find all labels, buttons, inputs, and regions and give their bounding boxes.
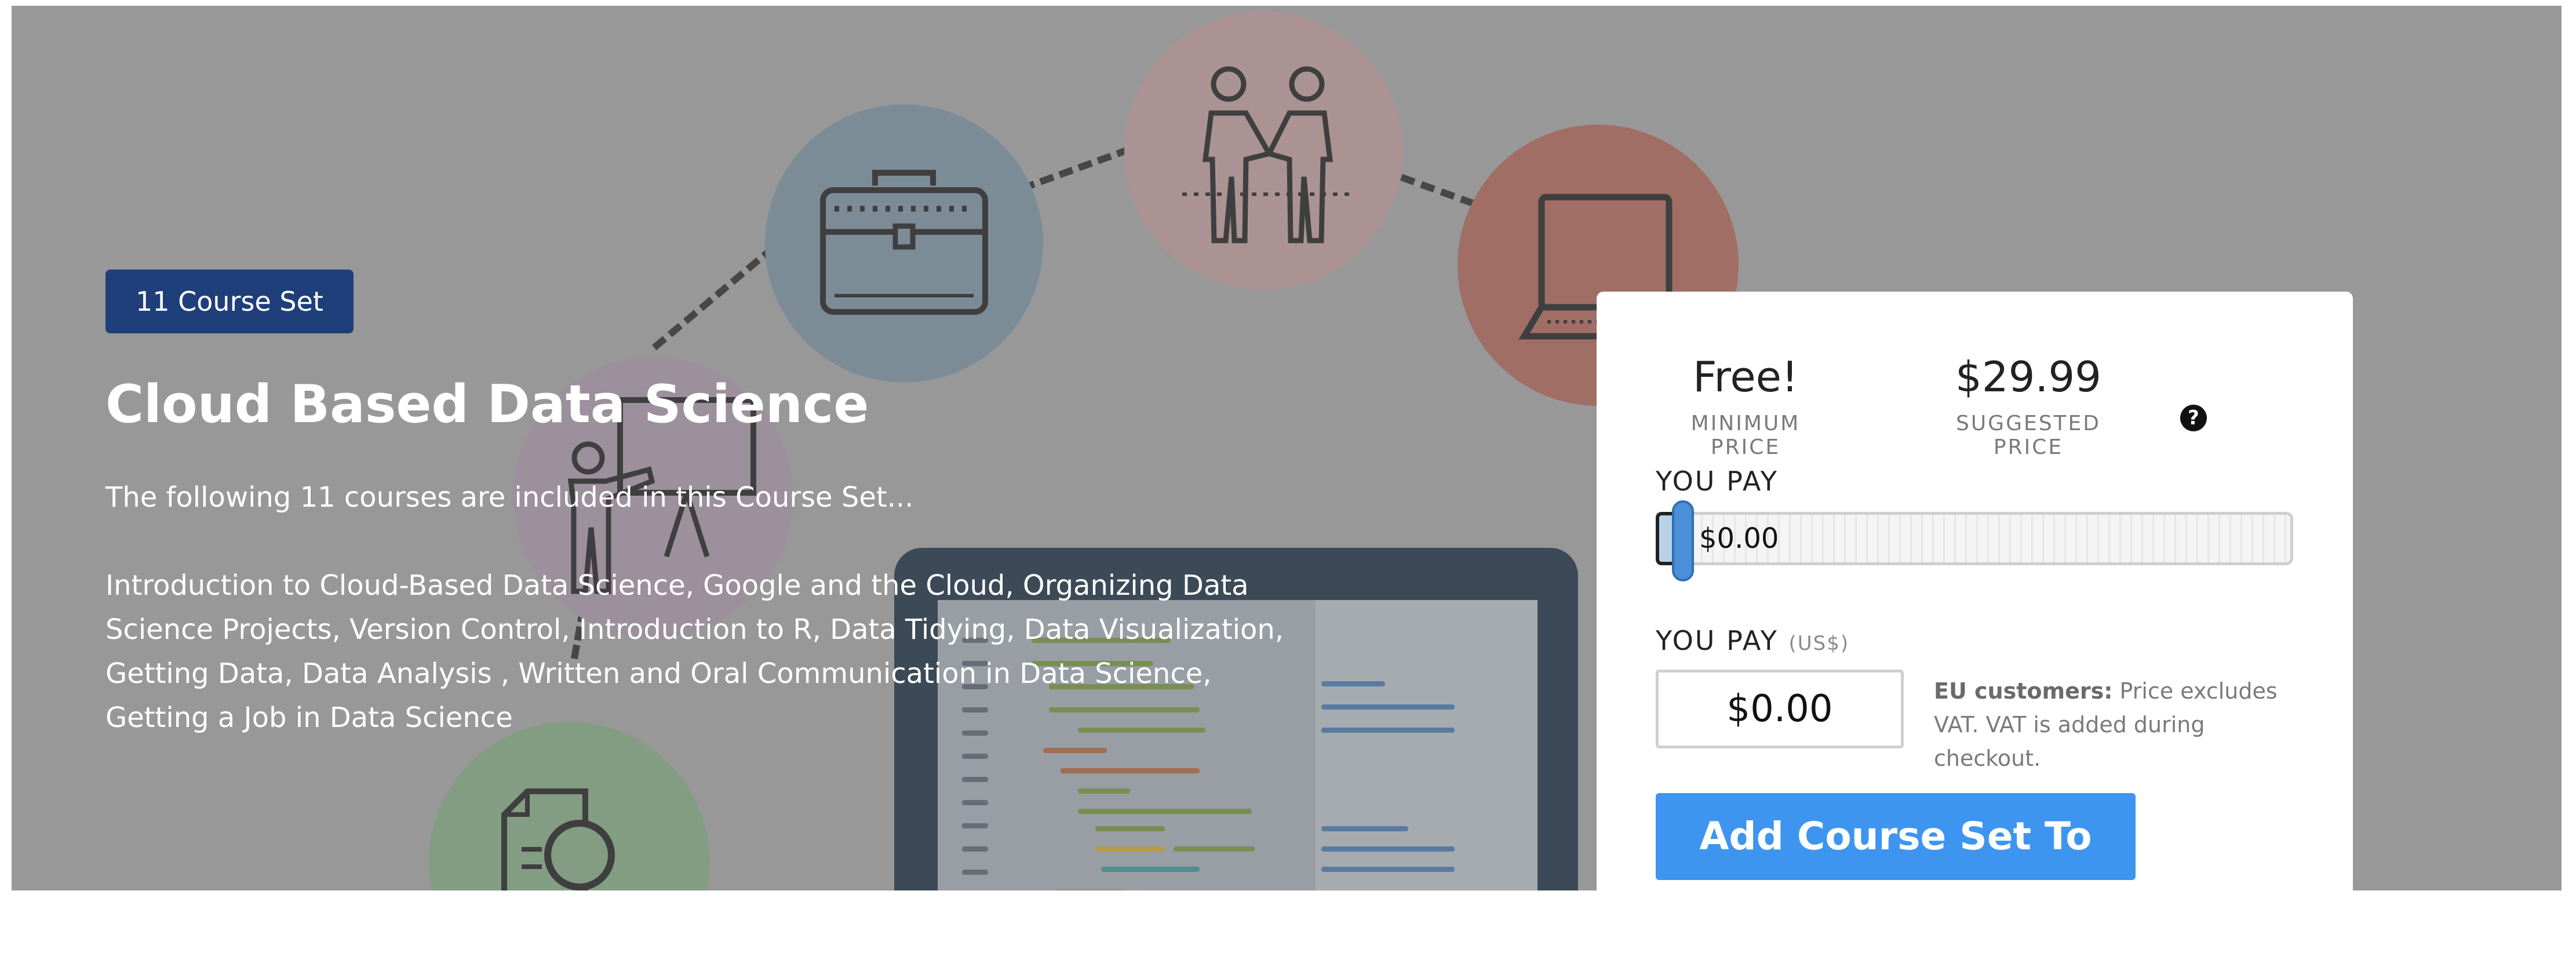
- course-set-badge: 11 Course Set: [105, 270, 354, 333]
- pay-input-label-text: YOU PAY: [1656, 625, 1779, 656]
- suggested-price-value: $29.99: [1955, 352, 2101, 401]
- help-icon[interactable]: ?: [2180, 405, 2207, 431]
- suggested-price-label: SUGGESTED PRICE: [1955, 412, 2101, 459]
- page-title: Cloud Based Data Science: [105, 374, 869, 435]
- vat-note-bold: EU customers:: [1934, 678, 2113, 704]
- minimum-price: Free! MINIMUM PRICE: [1656, 352, 1835, 459]
- course-set-intro: The following 11 courses are included in…: [105, 481, 914, 514]
- pay-input-label: YOU PAY (US$): [1656, 625, 1849, 656]
- course-set-info: 11 Course Set Cloud Based Data Science T…: [105, 270, 1311, 740]
- pay-input-unit: (US$): [1788, 632, 1850, 655]
- pricing-card: Free! MINIMUM PRICE $29.99 SUGGESTED PRI…: [1597, 292, 2353, 946]
- slider-label: YOU PAY: [1656, 466, 1779, 497]
- price-slider-value: $0.00: [1699, 522, 1779, 555]
- minimum-price-value: Free!: [1693, 352, 1798, 401]
- pay-amount-input[interactable]: $0.00: [1656, 670, 1904, 748]
- minimum-price-label: MINIMUM PRICE: [1690, 412, 1801, 459]
- add-to-cart-button[interactable]: Add Course Set To Cart: [1656, 793, 2136, 946]
- vat-note: EU customers: Price excludes VAT. VAT is…: [1934, 674, 2305, 775]
- price-slider-handle[interactable]: [1672, 500, 1694, 581]
- suggested-price: $29.99 SUGGESTED PRICE: [1924, 352, 2133, 459]
- course-list-text: Introduction to Cloud-Based Data Science…: [105, 569, 1284, 734]
